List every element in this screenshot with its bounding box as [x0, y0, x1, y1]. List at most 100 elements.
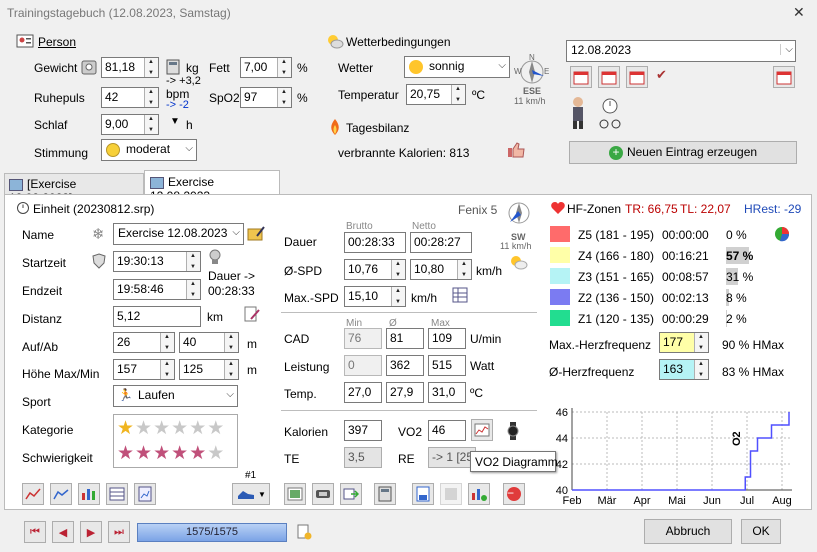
temp-avg[interactable]: 27,9 — [386, 382, 424, 403]
temperatur-input[interactable]: 20,75 — [406, 84, 466, 105]
star-icon[interactable]: ★ — [207, 443, 224, 464]
startzeit-input[interactable]: 19:30:13 — [113, 251, 201, 272]
calculator-icon[interactable] — [166, 59, 180, 75]
device-icon[interactable] — [312, 483, 334, 505]
star-icon[interactable]: ★ — [153, 418, 170, 439]
grid-icon[interactable] — [106, 483, 128, 505]
star-icon[interactable]: ★ — [189, 443, 206, 464]
vo2-chart-button[interactable] — [471, 419, 493, 441]
star-icon[interactable]: ★ — [171, 418, 188, 439]
star-icon[interactable]: ★ — [135, 418, 152, 439]
first-record-button[interactable]: ⏮ — [24, 521, 46, 543]
table-icon[interactable] — [452, 287, 468, 303]
leistung-max[interactable]: 515 — [428, 355, 466, 376]
spo2-input[interactable]: 97 — [240, 87, 292, 108]
dauer-netto[interactable]: 00:28:27 — [410, 232, 472, 253]
zone-label: Z2 (136 - 150) — [578, 291, 655, 305]
vo2-input[interactable]: 46 — [428, 420, 466, 441]
tab-exercise-2[interactable]: Exercise 12.08.2023 — [144, 170, 280, 203]
ab-input[interactable]: 40 — [179, 332, 239, 353]
edit-note-icon[interactable] — [243, 305, 261, 323]
delete-icon[interactable]: − — [503, 483, 525, 505]
add-chart-icon[interactable] — [468, 483, 490, 505]
schlaf-dropdown-icon[interactable]: ▼ — [170, 116, 180, 127]
image-icon[interactable] — [284, 483, 306, 505]
disabled-action-icon[interactable] — [440, 483, 462, 505]
star-icon[interactable]: ★ — [189, 418, 206, 439]
spd-netto[interactable]: 10,80 — [410, 259, 472, 280]
kalorien-input[interactable]: 397 — [344, 420, 382, 441]
zone-percent: 8 % — [726, 291, 747, 305]
schlaf-input[interactable]: 9,00 — [101, 114, 159, 135]
next-record-button[interactable]: ▶ — [80, 521, 102, 543]
chart-area-icon[interactable] — [50, 483, 72, 505]
leistung-avg[interactable]: 362 — [386, 355, 424, 376]
leistung-unit: Watt — [470, 359, 495, 373]
calendar-next-icon[interactable] — [626, 66, 648, 88]
calendar-today-icon[interactable] — [598, 66, 620, 88]
star-icon[interactable]: ★ — [117, 443, 134, 464]
wetter-select[interactable]: sonnig ⌵ — [404, 56, 510, 78]
kategorie-stars[interactable]: ★★★★★★ — [117, 417, 237, 439]
close-icon[interactable]: ✕ — [793, 4, 805, 21]
temp-min[interactable]: 27,0 — [344, 382, 382, 403]
cad-max[interactable]: 109 — [428, 328, 466, 349]
ruhepuls-input[interactable]: 42 — [101, 87, 159, 108]
maxhf-input[interactable]: 177 — [659, 332, 709, 353]
hr-zone-row: Z1 (120 - 135) 00:00:29 2 % — [548, 308, 798, 328]
chart-line-icon[interactable] — [22, 483, 44, 505]
star-icon[interactable]: ★ — [171, 443, 188, 464]
temp-unit: ºC — [470, 386, 484, 400]
sport-select[interactable]: 🏃 Laufen ⌵ — [113, 385, 238, 407]
new-entry-button[interactable]: + Neuen Eintrag erzeugen — [569, 141, 797, 164]
cad-avg[interactable]: 81 — [386, 328, 424, 349]
name-select[interactable]: Exercise 12.08.2023 ⌵ — [113, 223, 244, 245]
chart-bar-icon[interactable] — [78, 483, 100, 505]
thumb-icon[interactable] — [506, 141, 526, 159]
scale-icon[interactable] — [80, 58, 98, 76]
ok-button[interactable]: OK — [741, 519, 781, 544]
calendar-settings-icon[interactable] — [773, 66, 795, 88]
cancel-button[interactable]: Abbruch — [644, 519, 732, 544]
document-chart-icon[interactable] — [134, 483, 156, 505]
temp-max[interactable]: 31,0 — [428, 382, 466, 403]
calendar-prev-icon[interactable] — [570, 66, 592, 88]
lightbulb-icon[interactable] — [208, 249, 222, 267]
sport-label: Sport — [22, 395, 51, 409]
prev-record-button[interactable]: ◀ — [52, 521, 74, 543]
maxspd-label: Max.-SPD — [284, 291, 339, 305]
auf-input[interactable]: 26 — [113, 332, 175, 353]
endzeit-input[interactable]: 19:58:46 — [113, 279, 201, 300]
spd-brutto[interactable]: 10,76 — [344, 259, 406, 280]
gewicht-input[interactable]: 81,18 — [101, 57, 159, 78]
tab-exercise-1[interactable]: [Exercise 12.08.2023] — [4, 173, 144, 205]
schwierigkeit-stars[interactable]: ★★★★★★ — [117, 442, 237, 464]
star-icon[interactable]: ★ — [117, 418, 134, 439]
zone-time: 00:00:00 — [662, 228, 709, 242]
star-icon[interactable]: ★ — [207, 418, 224, 439]
save-copy-icon[interactable] — [412, 483, 434, 505]
hoehe-max-input[interactable]: 157 — [113, 359, 175, 380]
fett-input[interactable]: 7,00 — [240, 57, 292, 78]
maxspd-input[interactable]: 15,10 — [344, 286, 406, 307]
star-icon[interactable]: ★ — [135, 443, 152, 464]
hr-zone-table: Z5 (181 - 195) 00:00:00 0 % Z4 (166 - 180) 0… — [548, 224, 798, 328]
y-tick-label: 44 — [556, 433, 568, 445]
shoe-dropdown-button[interactable]: ▼ — [232, 483, 270, 505]
add-page-icon[interactable] — [296, 524, 312, 540]
stimmung-select[interactable]: moderat ⌵ — [101, 139, 197, 161]
cad-label: CAD — [284, 332, 310, 346]
avghf-input[interactable]: 163 — [659, 359, 709, 380]
zone-percent: 2 % — [726, 312, 747, 326]
distanz-input[interactable]: 5,12 — [113, 306, 201, 327]
date-select[interactable]: 12.08.2023 ⌵ — [566, 40, 796, 62]
star-icon[interactable]: ★ — [153, 443, 170, 464]
export-icon[interactable] — [340, 483, 362, 505]
folder-edit-icon[interactable] — [247, 224, 265, 242]
last-record-button[interactable]: ⏭ — [108, 521, 130, 543]
pie-chart-icon[interactable] — [774, 226, 790, 242]
zone-time: 00:08:57 — [662, 270, 709, 284]
hoehe-min-input[interactable]: 125 — [179, 359, 239, 380]
calculator-button[interactable] — [374, 483, 396, 505]
dauer-brutto[interactable]: 00:28:33 — [344, 232, 406, 253]
